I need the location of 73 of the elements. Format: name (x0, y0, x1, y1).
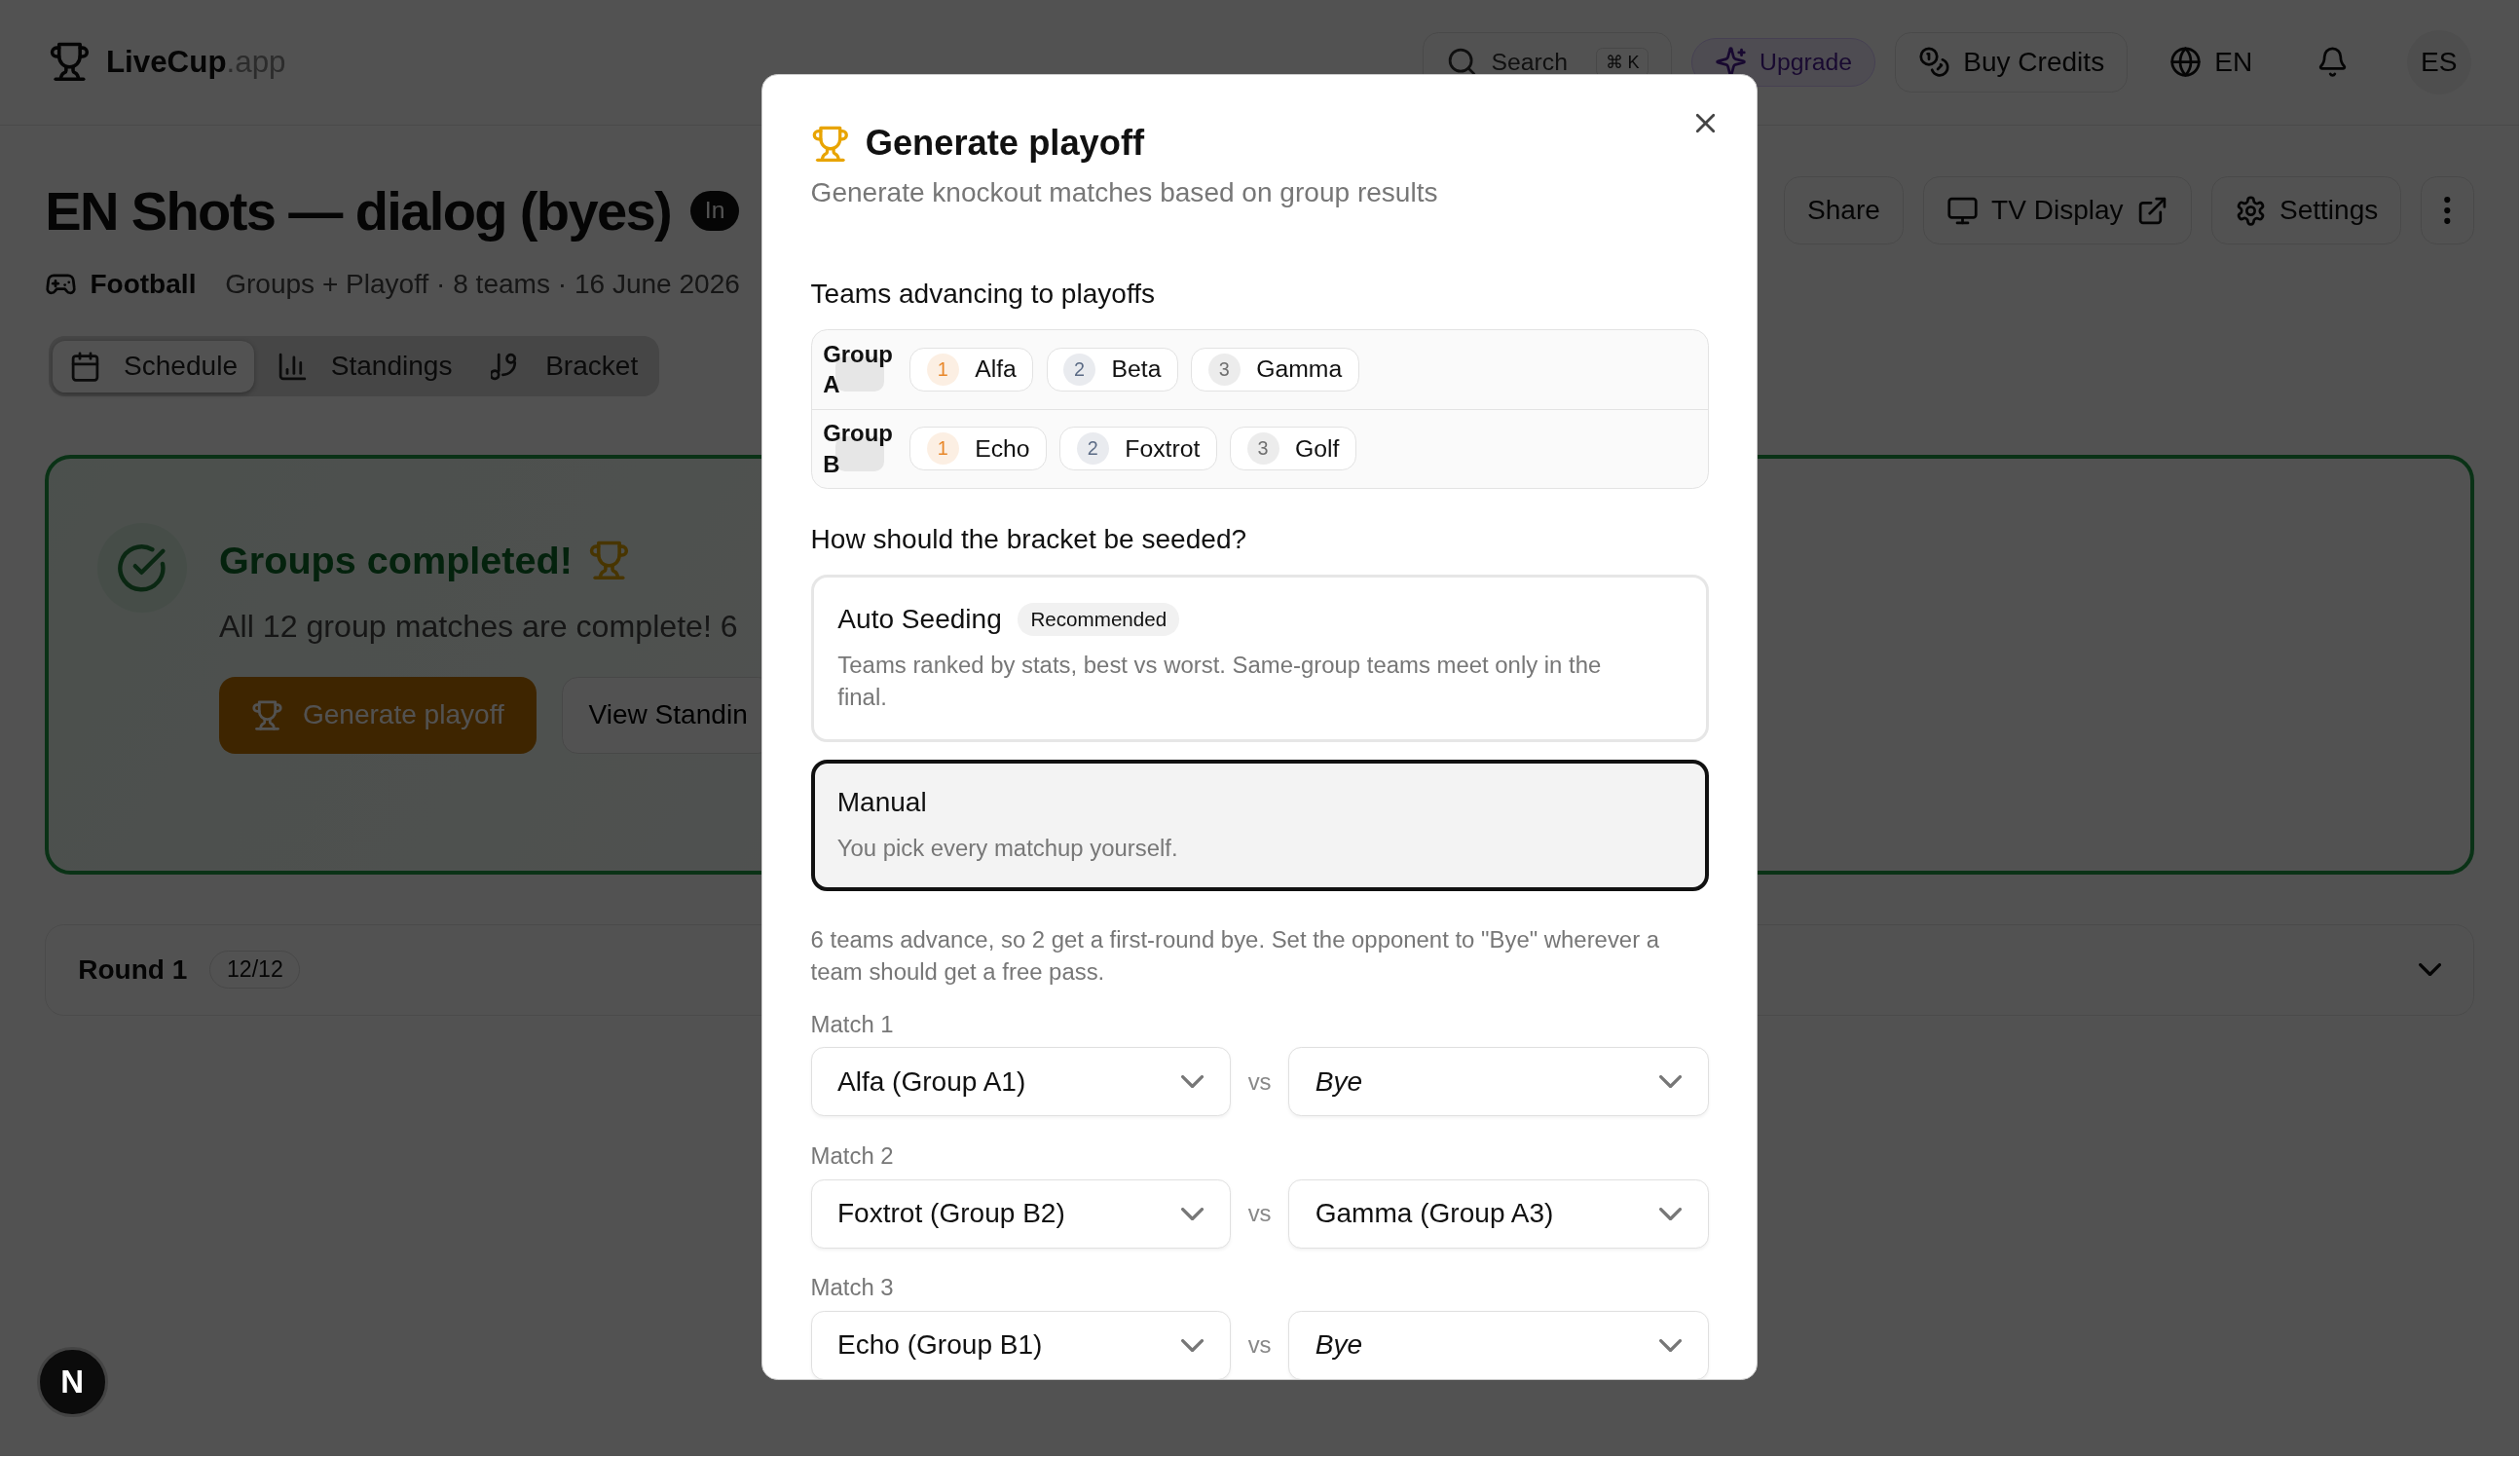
chevron-down-icon (1659, 1075, 1683, 1089)
tab[interactable]: Bracket (474, 340, 654, 392)
team-select[interactable]: Gamma (Group A3) (1288, 1178, 1709, 1249)
group-label: Group B (823, 418, 898, 480)
action-button[interactable]: Share (1783, 176, 1904, 244)
section-heading: Teams advancing to playoffs (810, 279, 1156, 311)
rank-badge: 3 (1246, 432, 1279, 466)
language-button[interactable]: EN (2147, 31, 2276, 93)
banner-text: All 12 group matches are complete! 6 (219, 608, 739, 645)
team-chip: 2 Beta (1046, 347, 1178, 392)
globe-icon (2169, 46, 2203, 79)
tab[interactable]: Schedule (53, 340, 254, 392)
bye-note: 6 teams advance, so 2 get a first-round bye. Set the opponent to "Bye" wherever a team should get a free pass. (810, 925, 1661, 988)
team-chip: 1 Alfa (909, 347, 1034, 392)
dev-tools-button[interactable]: N (36, 1346, 108, 1418)
option-description: Teams ranked by stats, best vs worst. Same-group teams meet only in the final. (837, 651, 1603, 713)
rank-badge: 1 (926, 353, 959, 386)
team-select[interactable]: Alfa (Group A1) (810, 1047, 1231, 1117)
chevron-down-icon (2418, 963, 2441, 977)
team-chip: 3 Gamma (1191, 347, 1359, 392)
match-label: Match 1 (810, 1010, 895, 1038)
banner-title: Groups completed! (219, 539, 573, 583)
team-select[interactable]: Bye (1288, 1310, 1709, 1380)
match-label: Match 3 (810, 1273, 895, 1301)
buy-credits-button[interactable]: Buy Credits (1894, 31, 2129, 93)
page-title: EN Shots — dialog (byes) (45, 178, 672, 243)
trophy-icon (48, 41, 91, 84)
option-title: Manual (836, 787, 927, 819)
rank-badge: 1 (926, 432, 959, 466)
rank-badge: 2 (1063, 353, 1096, 386)
seeding-option[interactable]: Auto Seeding Recommended Teams ranked by stats, best vs worst. Same-group teams meet only in the final. (810, 574, 1709, 742)
trophy-icon (251, 698, 284, 731)
more-icon (2444, 197, 2451, 225)
coins-icon (1918, 46, 1950, 79)
chevron-down-icon (1181, 1338, 1204, 1352)
check-icon (116, 542, 168, 594)
vs-label: vs (1246, 1331, 1273, 1360)
upgrade-button[interactable]: Upgrade (1690, 38, 1876, 87)
action-button[interactable]: Settings (2210, 176, 2402, 244)
section-heading: How should the bracket be seeded? (810, 523, 1248, 555)
more-button[interactable] (2421, 176, 2474, 244)
seeding-option[interactable]: Manual You pick every matchup yourself. (810, 759, 1709, 892)
vs-label: vs (1246, 1067, 1273, 1096)
recommended-badge: Recommended (1018, 603, 1180, 636)
team-chip: 1 Echo (909, 427, 1048, 471)
dialog-title: Generate playoff (865, 123, 1145, 165)
action-button[interactable]: TV Display (1922, 176, 2192, 244)
round-name: Round 1 (78, 953, 188, 986)
rank-badge: 2 (1076, 432, 1109, 466)
rank-badge: 3 (1207, 353, 1241, 386)
team-select[interactable]: Bye (1288, 1047, 1709, 1117)
group-label: Group A (823, 339, 898, 400)
match-label: Match 2 (810, 1141, 895, 1170)
chevron-down-icon (1181, 1075, 1204, 1089)
trophy-icon (588, 540, 631, 582)
team-select[interactable]: Foxtrot (Group B2) (810, 1178, 1231, 1249)
tournament-meta: Groups + Playoff · 8 teams · 16 June 2026 (225, 269, 740, 300)
generate-playoff-button[interactable]: Generate playoff (219, 676, 537, 754)
chevron-down-icon (1659, 1338, 1683, 1352)
option-description: You pick every matchup yourself. (836, 833, 1179, 863)
user-avatar[interactable]: ES (2406, 29, 2471, 94)
chevron-down-icon (1181, 1207, 1204, 1220)
team-chip: 3 Golf (1230, 427, 1356, 471)
team-chip: 2 Foxtrot (1059, 427, 1217, 471)
team-select[interactable]: Echo (Group B1) (810, 1310, 1231, 1380)
tab[interactable]: Standings (260, 340, 468, 392)
dialog-subtitle: Generate knockout matches based on group results (810, 176, 1439, 208)
sport-label: Football (90, 269, 197, 300)
trophy-icon (810, 124, 850, 164)
vs-label: vs (1246, 1200, 1273, 1228)
chevron-down-icon (1659, 1207, 1683, 1220)
option-title: Auto Seeding (837, 604, 1002, 636)
status-badge: In (689, 190, 740, 231)
